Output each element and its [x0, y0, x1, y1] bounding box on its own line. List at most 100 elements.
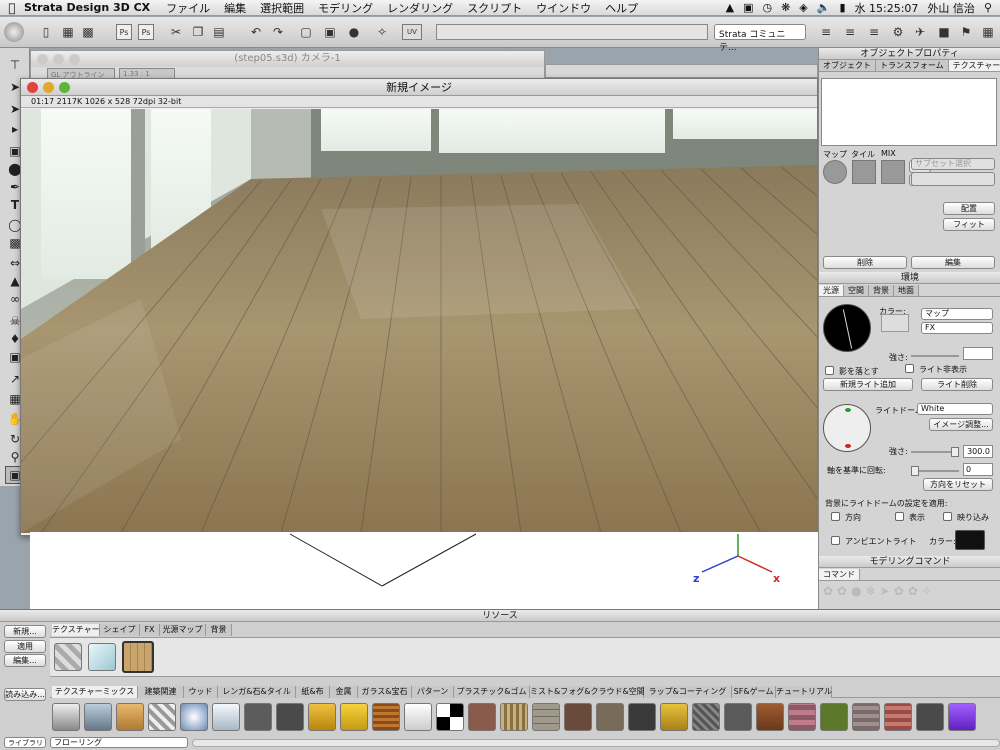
resource-apply-button[interactable]: 適用	[4, 640, 46, 653]
tab-transform[interactable]: トランスフォーム	[876, 60, 949, 71]
swatch-pink-brick[interactable]	[788, 703, 816, 731]
redo-icon[interactable]: ↷	[270, 24, 286, 40]
align-left-icon[interactable]: ≡	[818, 24, 834, 40]
align-center-icon[interactable]: ≡	[842, 24, 858, 40]
add-light-button[interactable]: 新規ライト追加	[823, 378, 913, 391]
resource-tab-texture[interactable]: テクスチャー	[52, 624, 100, 636]
tab-ground[interactable]: 地面	[894, 285, 919, 296]
camera-viewport[interactable]: z x	[30, 532, 818, 612]
strength-field[interactable]	[963, 347, 993, 360]
resource-import-button[interactable]: 読み込み...	[4, 688, 46, 701]
tab-command[interactable]: コマンド	[819, 569, 860, 580]
uv-icon[interactable]: UV	[402, 24, 422, 40]
category-tab-mist[interactable]: ミスト&フォグ&クラウド&空間	[530, 686, 645, 698]
clock-icon[interactable]: ◷	[762, 1, 772, 14]
paste-icon[interactable]: ▤	[211, 24, 227, 40]
show-checkbox[interactable]	[895, 512, 904, 521]
strength-slider[interactable]	[911, 355, 959, 357]
adobe-icon[interactable]: ▲	[726, 1, 734, 14]
monitor-icon[interactable]: ▣	[743, 1, 753, 14]
delete-light-button[interactable]: ライト削除	[921, 378, 993, 391]
subset-field[interactable]	[911, 172, 995, 186]
render-close-button[interactable]	[27, 82, 38, 93]
category-tab-texture-mix[interactable]: テクスチャーミックス	[52, 686, 138, 698]
swatch-brass[interactable]	[660, 703, 688, 731]
distribute-icon[interactable]: ≡	[866, 24, 882, 40]
cube-icon[interactable]: ■	[936, 24, 952, 40]
camera-window-close[interactable]	[37, 54, 48, 65]
resource-new-button[interactable]: 新規...	[4, 625, 46, 638]
category-tab-wrap[interactable]: ラップ&コーティング	[644, 686, 732, 698]
photoshop-icon[interactable]: Ps	[116, 24, 132, 40]
save-icon[interactable]: ▩	[80, 24, 96, 40]
resource-tab-lightmap[interactable]: 光源マップ	[160, 624, 206, 636]
light-fx-dropdown[interactable]: FX	[921, 322, 993, 334]
rotate-slider[interactable]	[911, 466, 959, 476]
ungroup-icon[interactable]: ▣	[322, 24, 338, 40]
light-map-dropdown[interactable]: マップ	[921, 308, 993, 320]
swatch-red-brick[interactable]	[884, 703, 912, 731]
menu-modeling[interactable]: モデリング	[318, 0, 373, 16]
dome-strength-field[interactable]: 300.0	[963, 445, 993, 458]
subset-dropdown[interactable]: サブセット選択	[911, 158, 995, 170]
resource-edit-button[interactable]: 編集...	[4, 654, 46, 667]
category-tab-pattern[interactable]: パターン	[412, 686, 454, 698]
menu-file[interactable]: ファイル	[166, 0, 210, 16]
bluetooth-icon[interactable]: ❋	[781, 1, 790, 14]
dome-strength-slider[interactable]	[911, 447, 959, 457]
library-folder-dropdown[interactable]: フローリング	[50, 737, 188, 748]
menubar-clock[interactable]: 水 15:25:07	[855, 0, 919, 16]
category-tab-architecture[interactable]: 建築関連	[138, 686, 184, 698]
resource-tab-fx[interactable]: FX	[140, 624, 160, 636]
swatch-yellow-gold[interactable]	[340, 703, 368, 731]
battery-icon[interactable]: ▮	[839, 1, 845, 14]
group-icon[interactable]: ▢	[298, 24, 314, 40]
swatch-blue-metal[interactable]	[84, 703, 112, 731]
mix-button[interactable]	[881, 160, 905, 184]
tab-texture[interactable]: テクスチャー	[948, 60, 1000, 71]
swatch-white[interactable]	[404, 703, 432, 731]
tab-background[interactable]: 背景	[869, 285, 894, 296]
photoshop-export-icon[interactable]: Ps	[138, 24, 154, 40]
bookmark-icon[interactable]: ⚑	[958, 24, 974, 40]
swatch-gray-metal[interactable]	[724, 703, 752, 731]
swatch-black-pattern[interactable]	[276, 703, 304, 731]
reset-direction-button[interactable]: 方向をリセット	[923, 478, 993, 491]
swatch-diamond-plate[interactable]	[692, 703, 720, 731]
swatch-brick-gray[interactable]	[852, 703, 880, 731]
swatch-dark-carbon[interactable]	[916, 703, 944, 731]
rendered-image[interactable]	[21, 109, 817, 533]
image-adjust-button[interactable]: イメージ調整...	[929, 418, 993, 431]
tile-button[interactable]	[852, 160, 876, 184]
swatch-carbon[interactable]	[628, 703, 656, 731]
swatch-chrome[interactable]	[52, 703, 80, 731]
camera-window-max[interactable]	[69, 54, 80, 65]
copy-icon[interactable]: ❐	[190, 24, 206, 40]
menu-window[interactable]: ウインドウ	[536, 0, 591, 16]
gear-icon[interactable]: ⚙	[890, 24, 906, 40]
map-button[interactable]	[823, 160, 847, 184]
swatch-dark-gray[interactable]	[244, 703, 272, 731]
swatch-stone-wall[interactable]	[532, 703, 560, 731]
volume-icon[interactable]: 🔈	[817, 1, 831, 14]
delete-texture-button[interactable]: 削除	[823, 256, 907, 269]
category-tab-glass[interactable]: ガラス&宝石	[358, 686, 412, 698]
tab-object[interactable]: オブジェクト	[819, 60, 876, 71]
swatch-checker[interactable]	[148, 703, 176, 731]
tab-light[interactable]: 光源	[819, 285, 844, 296]
category-tab-metal[interactable]: 金属	[330, 686, 358, 698]
swatch-rock[interactable]	[596, 703, 624, 731]
apple-menu-icon[interactable]: 	[0, 1, 24, 15]
ambient-color-swatch[interactable]	[955, 530, 985, 550]
resource-tab-background[interactable]: 背景	[206, 624, 232, 636]
resource-tab-shape[interactable]: シェイプ	[100, 624, 140, 636]
shelf-texture-1[interactable]	[54, 643, 82, 671]
wifi-icon[interactable]: ◈	[799, 1, 807, 14]
cut-icon[interactable]: ✂	[168, 24, 184, 40]
swatch-checkerboard[interactable]	[436, 703, 464, 731]
fit-button[interactable]: フィット	[943, 218, 995, 231]
swatch-copper[interactable]	[756, 703, 784, 731]
plane-icon[interactable]: ✈	[912, 24, 928, 40]
ambient-checkbox[interactable]	[831, 536, 840, 545]
category-tab-sf[interactable]: SF&ゲーム	[732, 686, 776, 698]
